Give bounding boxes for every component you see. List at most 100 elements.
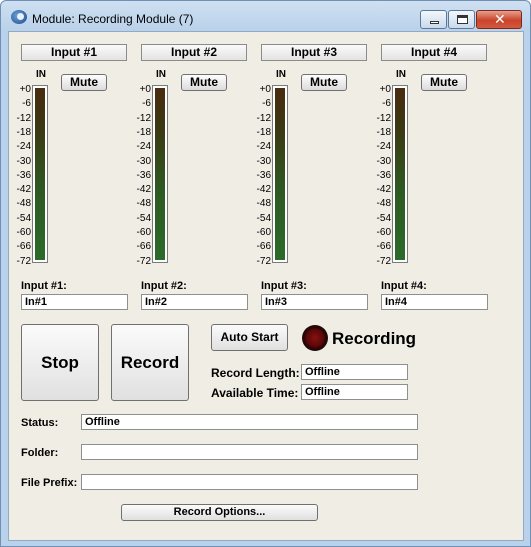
input-3-in-label: IN bbox=[276, 69, 286, 80]
record-options-button[interactable]: Record Options... bbox=[121, 504, 318, 521]
meter-scale-tick: -12 bbox=[16, 112, 31, 124]
record-length-field: Offline bbox=[301, 364, 408, 380]
meter-scale-tick: -18 bbox=[136, 126, 151, 138]
input-3-name-label: Input #3: bbox=[261, 280, 307, 292]
meter-scale-tick: -48 bbox=[256, 198, 271, 210]
close-button[interactable]: ✕ bbox=[476, 10, 522, 29]
meter-scale-tick: -18 bbox=[376, 126, 391, 138]
meter-scale-tick: -42 bbox=[136, 184, 151, 196]
app-icon bbox=[11, 10, 27, 24]
input-2-in-label: IN bbox=[156, 69, 166, 80]
meter-fill bbox=[155, 88, 165, 260]
meter-scale-tick: -24 bbox=[16, 141, 31, 153]
input-1-name-field[interactable]: In#1 bbox=[21, 294, 128, 310]
meter-scale-tick: -6 bbox=[142, 98, 151, 110]
meter-scale-tick: -66 bbox=[16, 241, 31, 253]
meter-fill bbox=[395, 88, 405, 260]
meter-scale-tick: -54 bbox=[376, 212, 391, 224]
meter-scale-tick: -72 bbox=[376, 255, 391, 267]
window-title: Module: Recording Module (7) bbox=[32, 12, 194, 26]
input-4-header: Input #4 bbox=[381, 44, 487, 61]
meter-scale-tick: -60 bbox=[256, 227, 271, 238]
record-length-label: Record Length: bbox=[211, 366, 300, 380]
input-3-mute-button[interactable]: Mute bbox=[301, 74, 347, 91]
meter-scale-tick: -36 bbox=[16, 169, 31, 181]
meter-scale-tick: -24 bbox=[136, 141, 151, 153]
meter-fill bbox=[275, 88, 285, 260]
maximize-icon bbox=[457, 15, 468, 24]
meter-scale-tick: -66 bbox=[376, 241, 391, 253]
meter-scale-tick: -66 bbox=[256, 241, 271, 253]
input-1-header: Input #1 bbox=[21, 44, 127, 61]
meter-scale-tick: +0 bbox=[379, 84, 391, 95]
meter-scale-tick: -60 bbox=[136, 227, 151, 238]
meter-scale-tick: -72 bbox=[256, 255, 271, 267]
meter-scale-tick: -60 bbox=[376, 227, 391, 238]
input-3-name-field[interactable]: In#3 bbox=[261, 294, 368, 310]
meter-scale-tick: -42 bbox=[256, 184, 271, 196]
input-3-header: Input #3 bbox=[261, 44, 367, 61]
input-2-name-field[interactable]: In#2 bbox=[141, 294, 248, 310]
meter-scale-tick: -54 bbox=[256, 212, 271, 224]
input-4-name-field[interactable]: In#4 bbox=[381, 294, 488, 310]
status-field: Offline bbox=[81, 414, 418, 430]
meter-scale-tick: -24 bbox=[256, 141, 271, 153]
meter-scale-tick: +0 bbox=[139, 84, 151, 95]
input-4-mute-button[interactable]: Mute bbox=[421, 74, 467, 91]
meter-scale-tick: -36 bbox=[256, 169, 271, 181]
meter-scale-tick: -18 bbox=[16, 126, 31, 138]
meter-scale-tick: -36 bbox=[136, 169, 151, 181]
maximize-button[interactable] bbox=[448, 10, 475, 29]
folder-field[interactable] bbox=[81, 444, 418, 460]
folder-label: Folder: bbox=[21, 447, 59, 459]
record-button[interactable]: Record bbox=[111, 324, 189, 401]
meter-scale-tick: -54 bbox=[16, 212, 31, 224]
input-1-mute-button[interactable]: Mute bbox=[61, 74, 107, 91]
input-1-level-meter bbox=[32, 85, 48, 263]
input-4-level-meter bbox=[392, 85, 408, 263]
meter-scale-tick: -12 bbox=[376, 112, 391, 124]
available-time-field: Offline bbox=[301, 384, 408, 400]
input-4-name-label: Input #4: bbox=[381, 280, 427, 292]
meter-scale-tick: +0 bbox=[259, 84, 271, 95]
title-bar[interactable]: Module: Recording Module (7) ✕ bbox=[1, 1, 530, 31]
meter-scale-tick: -48 bbox=[16, 198, 31, 210]
file-prefix-field[interactable] bbox=[81, 474, 418, 490]
close-icon: ✕ bbox=[494, 11, 506, 27]
available-time-label: Available Time: bbox=[211, 386, 299, 400]
stop-button[interactable]: Stop bbox=[21, 324, 99, 401]
meter-scale-tick: -30 bbox=[376, 155, 391, 167]
meter-scale-tick: -42 bbox=[376, 184, 391, 196]
meter-scale-tick: -6 bbox=[382, 98, 391, 110]
meter-scale-tick: -6 bbox=[262, 98, 271, 110]
meter-scale-tick: -12 bbox=[256, 112, 271, 124]
status-label: Status: bbox=[21, 417, 59, 429]
meter-fill bbox=[35, 88, 45, 260]
input-1-in-label: IN bbox=[36, 69, 46, 80]
meter-scale-tick: -6 bbox=[22, 98, 31, 110]
file-prefix-label: File Prefix: bbox=[21, 477, 78, 489]
recording-status-label: Recording bbox=[332, 329, 417, 348]
minimize-icon bbox=[430, 21, 439, 24]
input-1-name-label: Input #1: bbox=[21, 280, 67, 292]
module-panel: Input #1 IN Mute +0 -6 -12 -18 -24 -30 -36 -42 -… bbox=[8, 31, 524, 541]
meter-scale-tick: -30 bbox=[16, 155, 31, 167]
input-2-header: Input #2 bbox=[141, 44, 247, 61]
input-2-mute-button[interactable]: Mute bbox=[181, 74, 227, 91]
meter-scale-tick: -24 bbox=[376, 141, 391, 153]
input-3-level-meter bbox=[272, 85, 288, 263]
minimize-button[interactable] bbox=[420, 10, 447, 29]
meter-scale-tick: -18 bbox=[256, 126, 271, 138]
meter-scale-tick: -36 bbox=[376, 169, 391, 181]
meter-scale-tick: -42 bbox=[16, 184, 31, 196]
meter-scale-tick: -48 bbox=[376, 198, 391, 210]
meter-scale-tick: -30 bbox=[256, 155, 271, 167]
meter-scale-tick: -54 bbox=[136, 212, 151, 224]
input-2-name-label: Input #2: bbox=[141, 280, 187, 292]
meter-scale-tick: -72 bbox=[136, 255, 151, 267]
auto-start-button[interactable]: Auto Start bbox=[211, 324, 288, 351]
input-4-in-label: IN bbox=[396, 69, 406, 80]
meter-scale-tick: -30 bbox=[136, 155, 151, 167]
meter-scale-tick: -60 bbox=[16, 227, 31, 238]
meter-scale-tick: -66 bbox=[136, 241, 151, 253]
